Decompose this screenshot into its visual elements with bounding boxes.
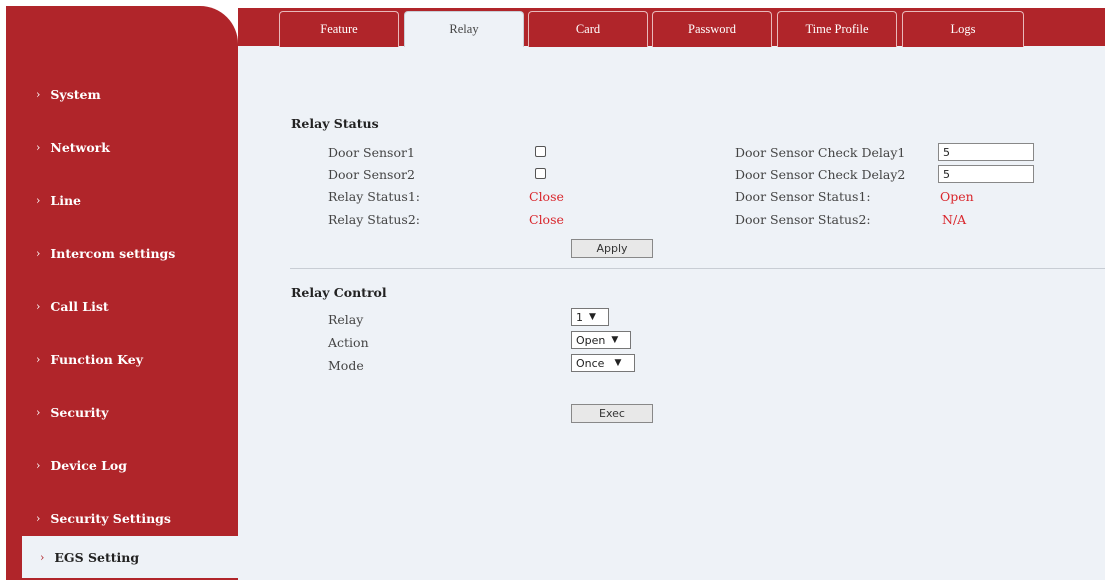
check-delay2-input[interactable]: 5	[938, 165, 1034, 183]
sensor-status2-label: Door Sensor Status2:	[735, 212, 871, 227]
relay-control-title: Relay Control	[291, 285, 387, 300]
sidebar-item-label: Function Key	[50, 351, 143, 367]
relay-select-value: 1	[576, 310, 583, 324]
tab-relay[interactable]: Relay	[404, 11, 524, 47]
sensor-status2-value: N/A	[942, 212, 967, 227]
relay-status-title: Relay Status	[291, 116, 379, 131]
relay-label: Relay	[328, 312, 364, 327]
sidebar-item-egs-setting[interactable]: › EGS Setting	[22, 536, 238, 578]
sidebar-item-label: EGS Setting	[54, 549, 140, 565]
sidebar: › System › Network › Line › Intercom setting…	[6, 6, 238, 580]
chevron-right-icon: ›	[36, 458, 41, 472]
sidebar-item-label: System	[50, 86, 101, 102]
sidebar-item-intercom-settings[interactable]: › Intercom settings	[6, 232, 238, 274]
door-sensor1-label: Door Sensor1	[328, 145, 415, 160]
tab-feature[interactable]: Feature	[279, 11, 399, 47]
relay-status2-label: Relay Status2:	[328, 212, 420, 227]
sidebar-item-label: Line	[50, 192, 81, 208]
door-sensor2-label: Door Sensor2	[328, 167, 415, 182]
chevron-right-icon: ›	[36, 299, 41, 313]
mode-select[interactable]: Once ▼	[571, 354, 635, 372]
check-delay1-input[interactable]: 5	[938, 143, 1034, 161]
chevron-right-icon: ›	[36, 352, 41, 366]
chevron-right-icon: ›	[36, 193, 41, 207]
action-select[interactable]: Open ▼	[571, 331, 631, 349]
chevron-right-icon: ›	[36, 87, 41, 101]
section-divider	[290, 268, 1105, 269]
sidebar-item-system[interactable]: › System	[6, 73, 238, 115]
tab-time-profile[interactable]: Time Profile	[777, 11, 897, 47]
check-delay1-label: Door Sensor Check Delay1	[735, 145, 906, 160]
tab-card[interactable]: Card	[528, 11, 648, 47]
sidebar-item-call-list[interactable]: › Call List	[6, 285, 238, 327]
chevron-right-icon: ›	[36, 246, 41, 260]
tab-password[interactable]: Password	[652, 11, 772, 47]
tab-logs[interactable]: Logs	[902, 11, 1024, 47]
chevron-down-icon: ▼	[589, 312, 596, 322]
sidebar-item-line[interactable]: › Line	[6, 179, 238, 221]
chevron-right-icon: ›	[40, 550, 45, 564]
sidebar-item-label: Security Settings	[50, 510, 171, 526]
content-panel: Relay Status Door Sensor1 Door Sensor Ch…	[238, 60, 1105, 580]
sensor-status1-value: Open	[940, 189, 974, 204]
action-select-value: Open	[576, 333, 606, 347]
apply-button[interactable]: Apply	[571, 239, 653, 258]
sidebar-item-function-key[interactable]: › Function Key	[6, 338, 238, 380]
relay-status1-label: Relay Status1:	[328, 189, 420, 204]
mode-label: Mode	[328, 358, 364, 373]
sidebar-item-security[interactable]: › Security	[6, 391, 238, 433]
chevron-right-icon: ›	[36, 140, 41, 154]
sidebar-item-label: Device Log	[50, 457, 127, 473]
check-delay2-label: Door Sensor Check Delay2	[735, 167, 906, 182]
sidebar-item-security-settings[interactable]: › Security Settings	[6, 497, 238, 539]
tab-strip-underline	[238, 46, 1105, 60]
door-sensor2-checkbox[interactable]	[535, 168, 546, 179]
chevron-down-icon: ▼	[614, 358, 622, 368]
sidebar-item-label: Call List	[50, 298, 109, 314]
sidebar-item-device-log[interactable]: › Device Log	[6, 444, 238, 486]
sidebar-item-network[interactable]: › Network	[6, 126, 238, 168]
sidebar-item-label: Intercom settings	[50, 245, 176, 261]
sidebar-item-label: Security	[50, 404, 109, 420]
sidebar-item-label: Network	[50, 139, 110, 155]
chevron-down-icon: ▼	[611, 335, 619, 345]
exec-button[interactable]: Exec	[571, 404, 653, 423]
relay-status1-value: Close	[529, 189, 564, 204]
chevron-right-icon: ›	[36, 511, 41, 525]
action-label: Action	[328, 335, 369, 350]
relay-select[interactable]: 1 ▼	[571, 308, 609, 326]
sensor-status1-label: Door Sensor Status1:	[735, 189, 871, 204]
chevron-right-icon: ›	[36, 405, 41, 419]
mode-select-value: Once	[576, 356, 605, 370]
door-sensor1-checkbox[interactable]	[535, 146, 546, 157]
relay-status2-value: Close	[529, 212, 564, 227]
